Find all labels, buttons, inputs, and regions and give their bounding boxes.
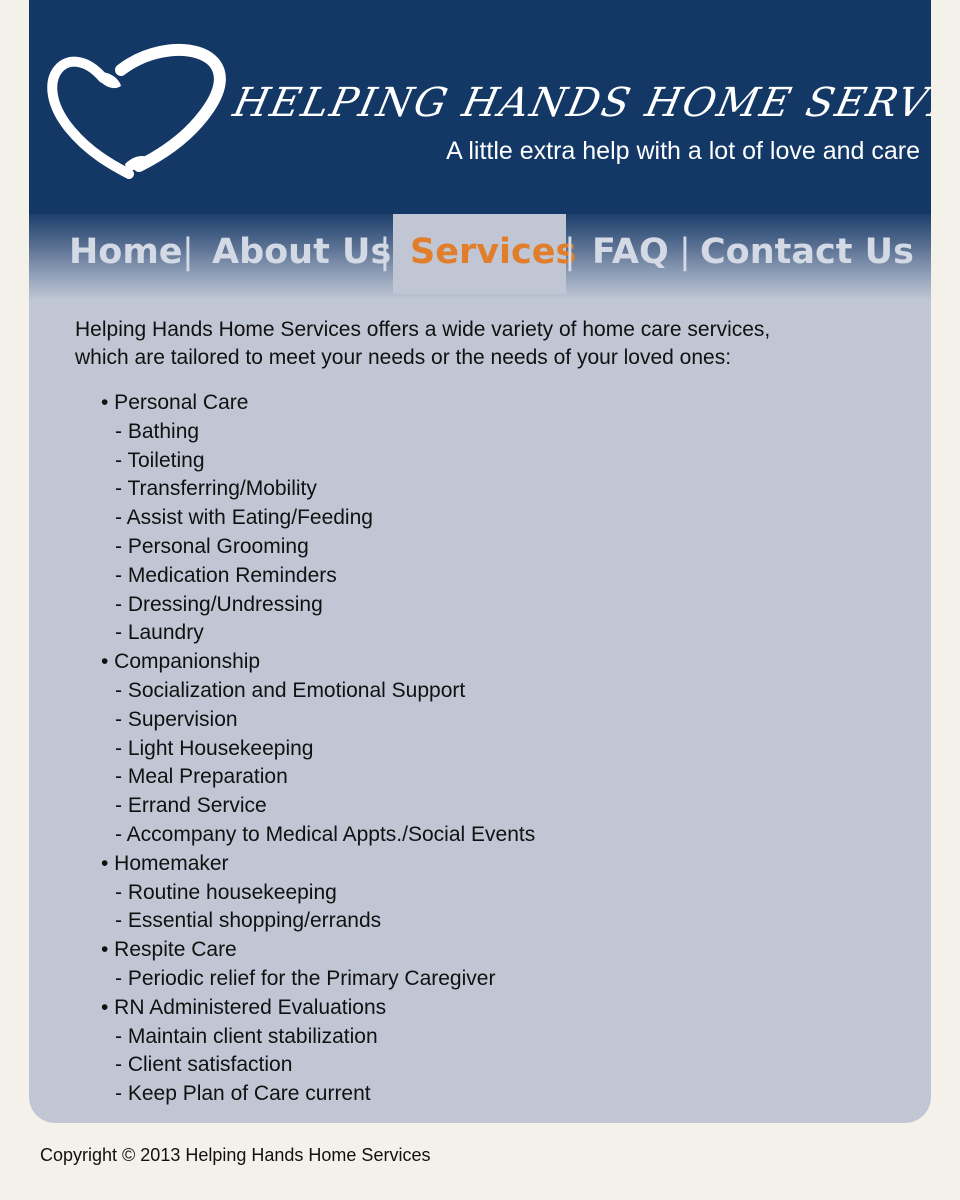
service-category: • Personal Care (101, 391, 249, 414)
nav-separator: | (379, 232, 391, 272)
intro-line: Helping Hands Home Services offers a wid… (75, 318, 771, 341)
nav-item-faq[interactable]: FAQ (592, 232, 669, 272)
service-item: - Transferring/Mobility (115, 477, 317, 501)
service-item: - Toileting (115, 448, 205, 472)
service-item: - Assist with Eating/Feeding (115, 506, 373, 530)
service-item: - Laundry (115, 621, 204, 645)
service-item: - Bathing (115, 419, 200, 443)
service-item: - Personal Grooming (115, 534, 309, 558)
nav-item-home[interactable]: Home (69, 232, 183, 272)
heart-hands-icon (47, 44, 226, 179)
service-item: - Medication Reminders (115, 563, 337, 587)
footer-copyright: Copyright © 2013 Helping Hands Home Serv… (40, 1145, 431, 1165)
services-intro: Helping Hands Home Services offers a wid… (75, 316, 915, 372)
nav-item-about-us[interactable]: About Us (212, 232, 391, 272)
service-item: - Socialization and Emotional Support (115, 678, 466, 702)
service-item: - Routine housekeeping (115, 880, 337, 904)
service-item: - Supervision (115, 707, 238, 731)
service-item: - Keep Plan of Care current (115, 1082, 371, 1106)
service-item: - Meal Preparation (115, 765, 288, 789)
service-item: - Maintain client stabilization (115, 1024, 378, 1048)
site-title: HELPING HANDS HOME SERVICES (229, 80, 931, 126)
nav-separator: | (679, 232, 691, 272)
site-tagline: A little extra help with a lot of love a… (446, 137, 920, 165)
service-category: • Companionship (101, 650, 261, 674)
service-item: - Accompany to Medical Appts./Social Eve… (115, 822, 536, 846)
service-item: - Light Housekeeping (115, 736, 314, 760)
main-nav: Home | About Us | Services | FAQ | Conta… (29, 214, 931, 294)
service-item: - Dressing/Undressing (115, 592, 323, 616)
intro-line: which are tailored to meet your needs or… (75, 346, 732, 369)
nav-separator: | (182, 232, 194, 272)
service-category: • Homemaker (101, 851, 229, 875)
nav-item-contact-us[interactable]: Contact Us (700, 232, 914, 272)
service-item: - Periodic relief for the Primary Caregi… (115, 966, 496, 990)
nav-item-services[interactable]: Services (410, 232, 576, 272)
service-category: • RN Administered Evaluations (101, 995, 387, 1019)
service-item: - Client satisfaction (115, 1053, 293, 1077)
nav-separator: | (564, 232, 576, 272)
service-item: - Errand Service (115, 794, 267, 818)
services-list: • Personal Care - Bathing - Toileting - … (101, 389, 535, 1109)
service-category: • Respite Care (101, 938, 237, 962)
service-item: - Essential shopping/errands (115, 909, 382, 933)
